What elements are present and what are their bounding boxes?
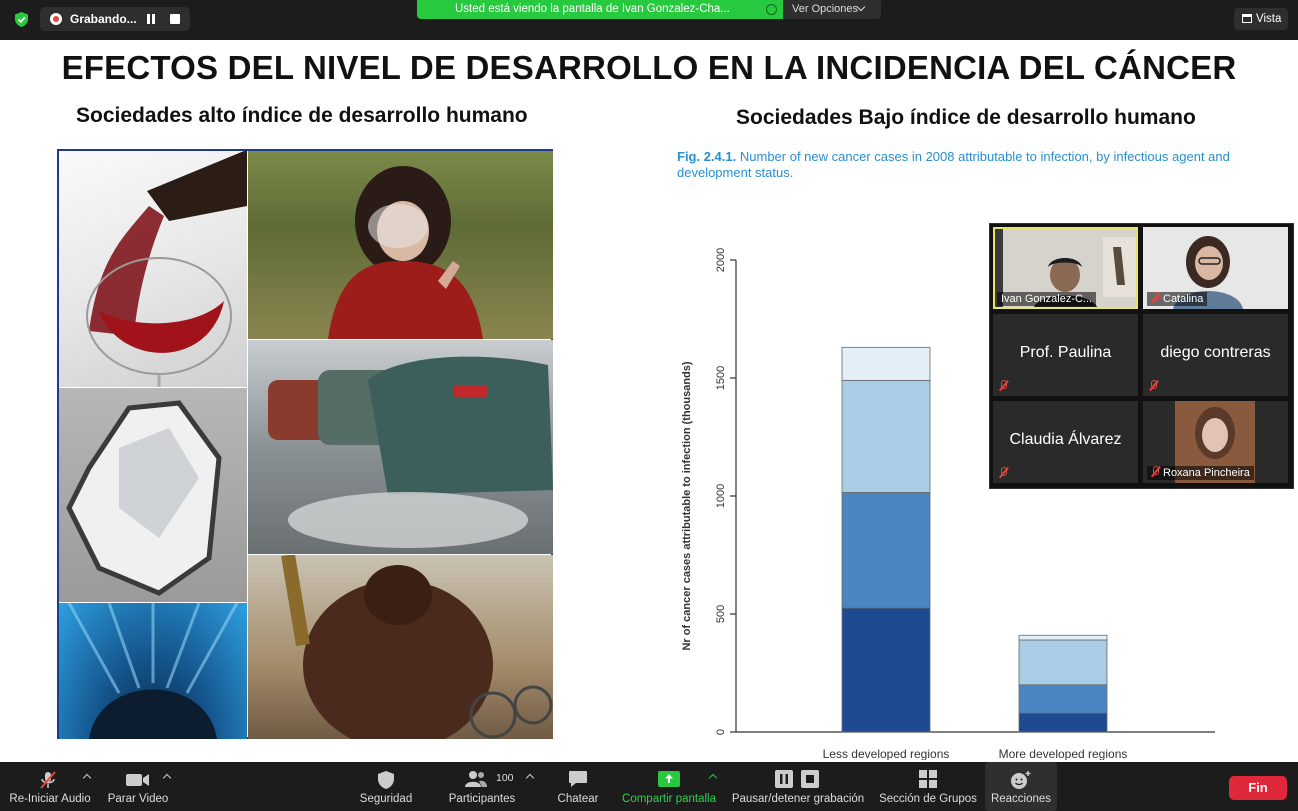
participants-count: 100 <box>496 772 514 784</box>
chat-bubble-icon <box>569 771 587 787</box>
participant-name: Claudia Álvarez <box>1009 431 1122 448</box>
bar-segment <box>1018 634 1108 641</box>
smiley-plus-icon <box>1011 771 1031 789</box>
security-label: Seguridad <box>359 793 413 805</box>
participant-name-label: Roxana Pincheira <box>1147 466 1254 480</box>
participant-name: diego contreras <box>1160 344 1271 361</box>
bar-segment <box>1018 712 1108 733</box>
y-tick-label: 2000 <box>715 248 727 272</box>
coal-lump-photo <box>59 388 247 602</box>
slide-title: EFECTOS DEL NIVEL DE DESARROLLO EN LA IN… <box>61 49 1237 86</box>
view-label: Vista <box>1256 13 1282 25</box>
muted-mic-icon <box>40 771 56 789</box>
breakout-grid-icon <box>919 770 937 788</box>
participant-name: Prof. Paulina <box>1019 344 1112 361</box>
circle-icon[interactable] <box>766 4 777 15</box>
video-label: Parar Video <box>107 793 169 805</box>
x-tick-label: More developed regions <box>999 747 1128 760</box>
video-camera-icon <box>126 774 149 786</box>
participant-name-label: Catalina <box>1147 292 1208 306</box>
muted-mic-icon <box>1151 292 1160 303</box>
participants-label: Participantes <box>448 793 516 805</box>
y-tick-label: 0 <box>715 729 727 735</box>
chevron-up-icon[interactable] <box>525 773 535 783</box>
reactions-button[interactable]: Reacciones <box>985 762 1057 811</box>
video-button[interactable]: Parar Video <box>104 762 172 811</box>
participant-tile[interactable]: Catalina <box>1143 227 1288 309</box>
participant-gallery[interactable]: Ivan Gonzalez-C... Catalina Prof. Paulin… <box>989 223 1294 489</box>
breakout-rooms-label: Sección de Grupos <box>879 793 977 805</box>
pause-recording-icon[interactable] <box>145 13 157 25</box>
y-axis-title: Nr of cancer cases attributable to infec… <box>681 361 693 650</box>
participant-tile[interactable]: Roxana Pincheira <box>1143 401 1288 483</box>
traffic-photo <box>248 340 553 554</box>
bar-segment <box>841 346 931 381</box>
figure-caption-text: Number of new cancer cases in 2008 attri… <box>677 149 1230 180</box>
figure-caption: Fig. 2.4.1. Number of new cancer cases i… <box>677 149 1237 181</box>
security-shield-icon <box>15 12 28 27</box>
bar-segment <box>1018 639 1108 686</box>
participants-button[interactable]: 100 Participantes <box>440 762 535 811</box>
right-heading: Sociedades Bajo índice de desarrollo hum… <box>736 106 1196 129</box>
view-options-label: Ver Opciones <box>792 3 859 15</box>
pause-stop-recording-icon <box>775 770 819 788</box>
bar-segment <box>841 492 931 609</box>
smoking-woman-photo <box>248 151 553 339</box>
security-button[interactable]: Seguridad <box>352 762 420 811</box>
photo-collage <box>57 149 553 739</box>
muted-mic-icon <box>999 380 1008 391</box>
participant-tile[interactable]: diego contreras <box>1143 314 1288 396</box>
recording-dot-icon <box>50 13 62 25</box>
screen-share-banner: Usted está viendo la pantalla de Ivan Go… <box>417 0 783 19</box>
recording-label: Grabando... <box>70 12 137 26</box>
share-banner-text: Usted está viendo la pantalla de Ivan Go… <box>455 3 730 15</box>
view-options-button[interactable]: Ver Opciones <box>783 0 881 19</box>
participant-tile[interactable]: Ivan Gonzalez-C... <box>993 227 1138 309</box>
end-meeting-button[interactable]: Fin <box>1229 776 1287 800</box>
y-tick-label: 1000 <box>715 484 727 508</box>
muted-mic-icon <box>1149 380 1158 391</box>
participants-icon <box>465 771 487 787</box>
chevron-up-icon[interactable] <box>162 773 172 783</box>
recording-controls-button[interactable]: Pausar/detener grabación <box>730 762 866 811</box>
figure-number: Fig. 2.4.1. <box>677 149 737 164</box>
chevron-up-icon[interactable] <box>708 773 718 783</box>
participant-name-label: Ivan Gonzalez-C... <box>997 292 1097 306</box>
participant-tile[interactable]: Prof. Paulina <box>993 314 1138 396</box>
muted-mic-icon <box>1151 466 1160 477</box>
breakout-rooms-button[interactable]: Sección de Grupos <box>876 762 980 811</box>
left-heading: Sociedades alto índice de desarrollo hum… <box>76 104 528 127</box>
meeting-top-bar: Grabando... Usted está viendo la pantall… <box>0 0 1298 40</box>
share-screen-button[interactable]: Compartir pantalla <box>620 762 718 811</box>
wine-photo <box>59 151 247 387</box>
chevron-up-icon[interactable] <box>82 773 92 783</box>
grid-view-icon <box>1242 14 1252 23</box>
stop-recording-icon[interactable] <box>170 14 180 24</box>
chat-button[interactable]: Chatear <box>548 762 608 811</box>
bar-segment <box>1018 684 1108 714</box>
audio-label: Re-Iniciar Audio <box>9 793 91 805</box>
tanning-bed-photo <box>59 603 247 739</box>
bar-segment <box>841 607 931 733</box>
share-screen-icon <box>658 771 680 787</box>
bar-segment <box>841 379 931 493</box>
participant-tile[interactable]: Claudia Álvarez <box>993 401 1138 483</box>
obese-man-photo <box>248 555 553 739</box>
share-screen-label: Compartir pantalla <box>622 793 716 805</box>
y-tick-label: 1500 <box>715 366 727 390</box>
muted-mic-icon <box>999 467 1008 478</box>
x-tick-label: Less developed regions <box>823 747 950 760</box>
chat-label: Chatear <box>557 793 599 805</box>
recording-controls-label: Pausar/detener grabación <box>731 793 865 805</box>
audio-button[interactable]: Re-Iniciar Audio <box>4 762 96 811</box>
view-button[interactable]: Vista <box>1234 8 1288 30</box>
y-tick-label: 500 <box>715 605 727 623</box>
reactions-label: Reacciones <box>990 793 1052 805</box>
shield-icon <box>378 771 394 789</box>
meeting-toolbar: Re-Iniciar Audio Parar Video Seguridad 1… <box>0 762 1298 811</box>
recording-indicator[interactable]: Grabando... <box>40 7 190 31</box>
